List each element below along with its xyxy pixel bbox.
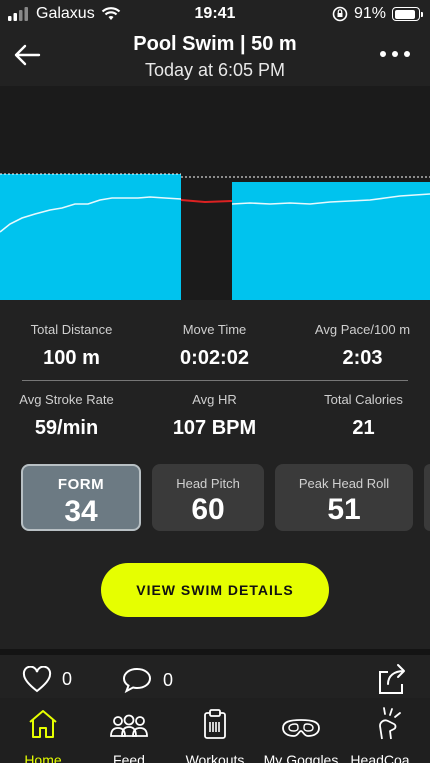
- stat-value: 0:02:02: [180, 347, 249, 369]
- comment-icon: [122, 667, 152, 694]
- peak-head-roll-card[interactable]: Peak Head Roll 51: [275, 464, 413, 531]
- stat-total-distance: Total Distance 100 m: [0, 322, 143, 370]
- tab-feed[interactable]: Feed: [86, 706, 172, 763]
- swim-chart-svg: [0, 173, 430, 300]
- more-dots-icon[interactable]: [378, 44, 412, 64]
- card-label: Peak Head Roll: [298, 476, 390, 491]
- stats-divider: [22, 380, 408, 381]
- stat-value: 2:03: [342, 347, 383, 369]
- stat-value: 59/min: [34, 417, 99, 439]
- stat-label: Avg HR: [192, 392, 237, 407]
- card-label: Head Pitch: [176, 476, 240, 491]
- stat-value: 107 BPM: [172, 417, 257, 439]
- tab-bar: Home Feed Workouts My Goggles HeadCoa…: [0, 698, 430, 763]
- lap-2-fill: [232, 182, 430, 300]
- orientation-lock-icon: [332, 6, 348, 22]
- people-icon: [110, 714, 148, 737]
- metric-cards: FORM 34 Head Pitch 60 Peak Head Roll 51: [0, 464, 430, 532]
- stat-label: Total Distance: [30, 322, 113, 337]
- stat-value: 21: [352, 417, 375, 439]
- tab-label: HeadCoa…: [350, 752, 424, 763]
- home-icon: [29, 710, 57, 738]
- share-icon[interactable]: [376, 662, 408, 696]
- social-bar: 0 0: [0, 660, 430, 700]
- stat-total-calories: Total Calories 21: [292, 392, 430, 440]
- next-card-peek[interactable]: [424, 464, 430, 531]
- goggles-icon: [282, 719, 320, 737]
- card-value: 60: [191, 493, 225, 526]
- stat-label: Total Calories: [324, 392, 403, 407]
- stat-label: Move Time: [182, 322, 247, 337]
- stat-label: Avg Pace/100 m: [314, 322, 411, 337]
- page-subtitle: Today at 6:05 PM: [144, 60, 286, 80]
- page-title: Pool Swim | 50 m: [133, 33, 297, 55]
- card-value: 51: [327, 493, 361, 526]
- card-label: FORM: [57, 476, 105, 493]
- view-swim-details-button[interactable]: VIEW SWIM DETAILS: [101, 563, 329, 617]
- comment-button[interactable]: 0: [121, 666, 173, 694]
- form-score-card[interactable]: FORM 34: [21, 464, 141, 531]
- heart-icon: [22, 666, 52, 693]
- stat-value: 100 m: [43, 347, 100, 369]
- like-count: 0: [62, 669, 73, 689]
- stat-move-time: Move Time 0:02:02: [143, 322, 286, 370]
- tab-label: Workouts: [185, 752, 245, 763]
- card-value: 34: [64, 495, 98, 528]
- headcoach-icon: [379, 707, 401, 740]
- battery-icon: [392, 7, 423, 21]
- stat-avg-pace: Avg Pace/100 m 2:03: [291, 322, 430, 370]
- clipboard-icon: [204, 709, 226, 739]
- stat-avg-stroke-rate: Avg Stroke Rate 59/min: [0, 392, 138, 440]
- tab-label: Feed: [113, 752, 145, 763]
- status-right: 91%: [332, 5, 423, 23]
- swim-chart[interactable]: [0, 86, 430, 300]
- stat-label: Avg Stroke Rate: [19, 392, 114, 407]
- rest-gap: [181, 174, 232, 300]
- tab-label: My Goggles: [263, 752, 339, 763]
- tab-label: Home: [24, 752, 62, 763]
- tab-workouts[interactable]: Workouts: [172, 706, 258, 763]
- header: Pool Swim | 50 m Today at 6:05 PM: [0, 30, 430, 86]
- tab-my-goggles[interactable]: My Goggles: [258, 706, 344, 763]
- stat-avg-hr: Avg HR 107 BPM: [143, 392, 286, 440]
- comment-count: 0: [163, 669, 174, 690]
- lap-1-fill: [0, 174, 181, 300]
- battery-fill: [394, 9, 416, 19]
- tab-headcoach[interactable]: HeadCoa…: [344, 706, 430, 763]
- head-pitch-card[interactable]: Head Pitch 60: [152, 464, 264, 531]
- like-button[interactable]: 0: [22, 666, 72, 693]
- status-bar: Galaxus 19:41 91%: [0, 0, 430, 30]
- section-separator: [0, 649, 430, 655]
- battery-percent: 91%: [353, 5, 386, 22]
- tab-home[interactable]: Home: [0, 706, 86, 763]
